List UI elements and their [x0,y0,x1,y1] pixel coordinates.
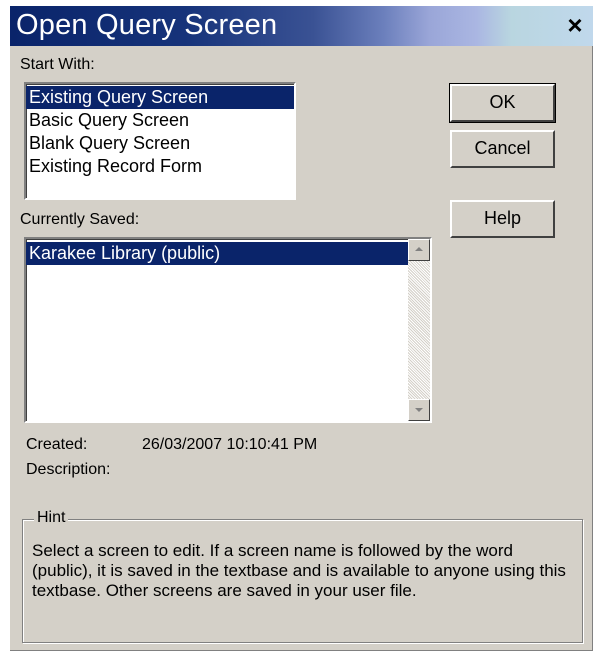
scroll-up-button[interactable] [408,239,430,261]
title-bar[interactable]: Open Query Screen × [10,6,593,46]
created-value: 26/03/2007 10:10:41 PM [142,436,318,453]
start-with-listbox[interactable]: Existing Query Screen Basic Query Screen… [24,82,296,200]
currently-saved-label: Currently Saved: [20,211,140,228]
window-title: Open Query Screen [16,9,278,41]
arrow-up-icon [415,247,423,251]
vertical-scrollbar[interactable] [408,239,430,421]
list-item[interactable]: Basic Query Screen [26,109,294,132]
arrow-down-icon [415,408,423,412]
help-button[interactable]: Help [450,200,555,238]
created-label: Created: [26,436,88,453]
list-item[interactable]: Existing Record Form [26,155,294,178]
scroll-down-button[interactable] [408,399,430,421]
open-query-dialog: Open Query Screen × Start With: Existing… [10,6,593,651]
list-item[interactable]: Existing Query Screen [26,86,294,109]
hint-text: Select a screen to edit. If a screen nam… [32,541,566,600]
list-item[interactable]: Karakee Library (public) [26,242,408,265]
close-icon[interactable]: × [563,12,587,38]
start-with-label: Start With: [20,56,95,73]
description-label: Description: [26,461,111,478]
hint-legend: Hint [34,509,69,527]
ok-button[interactable]: OK [449,83,556,123]
cancel-button[interactable]: Cancel [450,130,555,168]
list-item[interactable]: Blank Query Screen [26,132,294,155]
currently-saved-listbox[interactable]: Karakee Library (public) [24,237,432,423]
